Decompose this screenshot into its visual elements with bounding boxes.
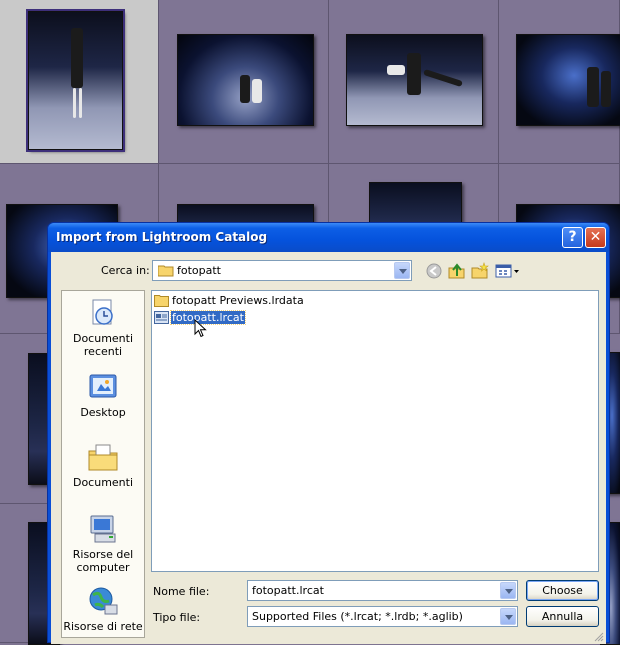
- skater-figure: [601, 71, 611, 107]
- filetype-value: Supported Files (*.lrcat; *.lrdb; *.agli…: [252, 610, 463, 623]
- skater-figure: [79, 88, 82, 118]
- look-in-combo[interactable]: fotopatt: [152, 260, 412, 281]
- look-in-value: fotopatt: [177, 264, 221, 277]
- cancel-button[interactable]: Annulla: [526, 606, 599, 627]
- close-button[interactable]: ✕: [585, 227, 606, 248]
- choose-button[interactable]: Choose: [526, 580, 599, 601]
- file-name: fotopatt Previews.lrdata: [172, 294, 304, 307]
- photo-thumbnail[interactable]: [26, 9, 125, 152]
- file-list[interactable]: fotopatt Previews.lrdata fotopatt.lrcat: [151, 290, 599, 572]
- filename-label: Nome file:: [153, 585, 210, 598]
- skater-figure: [423, 68, 463, 88]
- place-label: Desktop: [80, 406, 126, 419]
- place-label: Risorse del computer: [72, 548, 134, 574]
- filetype-label: Tipo file:: [153, 611, 201, 624]
- photo-thumbnail[interactable]: [346, 34, 483, 126]
- place-desktop[interactable]: Desktop: [62, 371, 144, 419]
- new-folder-icon[interactable]: [471, 262, 489, 280]
- place-label: Documenti recenti: [72, 332, 134, 358]
- skater-figure: [407, 53, 421, 95]
- up-folder-icon[interactable]: [448, 262, 466, 280]
- skater-figure: [73, 88, 76, 118]
- place-label: Documenti: [72, 476, 134, 489]
- catalog-file-icon: [154, 311, 169, 324]
- help-button[interactable]: ?: [562, 227, 583, 248]
- resize-grip-icon[interactable]: [594, 632, 604, 642]
- photo-thumbnail[interactable]: [177, 34, 314, 126]
- filename-combo[interactable]: fotopatt.lrcat: [247, 580, 518, 601]
- skater-figure: [71, 28, 83, 88]
- folder-icon: [154, 295, 169, 307]
- my-computer-icon: [90, 515, 116, 543]
- mouse-cursor-icon: [194, 319, 207, 338]
- desktop-icon: [89, 374, 117, 398]
- place-network[interactable]: Risorse di rete: [62, 585, 144, 633]
- dialog-title-bar[interactable]: Import from Lightroom Catalog ? ✕: [48, 223, 609, 252]
- place-documents[interactable]: Documenti: [62, 441, 144, 489]
- chevron-down-icon[interactable]: [500, 582, 516, 599]
- my-documents-icon: [88, 444, 118, 471]
- chevron-down-icon[interactable]: [394, 262, 410, 279]
- place-recent-documents[interactable]: Documenti recenti: [62, 297, 144, 358]
- dialog-title: Import from Lightroom Catalog: [56, 230, 268, 244]
- back-arrow-icon[interactable]: [425, 262, 443, 280]
- recent-documents-icon: [92, 299, 113, 325]
- look-in-label: Cerca in:: [101, 264, 150, 277]
- filetype-combo[interactable]: Supported Files (*.lrcat; *.lrdb; *.agli…: [247, 606, 518, 627]
- view-menu-icon[interactable]: [495, 262, 521, 280]
- place-label: Risorse di rete: [63, 620, 143, 633]
- skater-figure: [252, 79, 262, 103]
- folder-icon: [158, 265, 174, 277]
- import-dialog: Import from Lightroom Catalog ? ✕ Cerca …: [47, 222, 610, 644]
- network-places-icon: [89, 587, 118, 615]
- filename-value: fotopatt.lrcat: [252, 584, 324, 597]
- place-my-computer[interactable]: Risorse del computer: [62, 513, 144, 574]
- photo-thumbnail[interactable]: [516, 34, 620, 126]
- places-bar: Documenti recenti Desktop Documenti Riso…: [61, 290, 145, 638]
- skater-figure: [240, 75, 250, 103]
- chevron-down-icon[interactable]: [500, 608, 516, 625]
- skater-figure: [387, 65, 405, 75]
- dialog-client-area: Cerca in: fotopatt Documenti recenti Des…: [51, 252, 606, 644]
- skater-figure: [587, 67, 599, 107]
